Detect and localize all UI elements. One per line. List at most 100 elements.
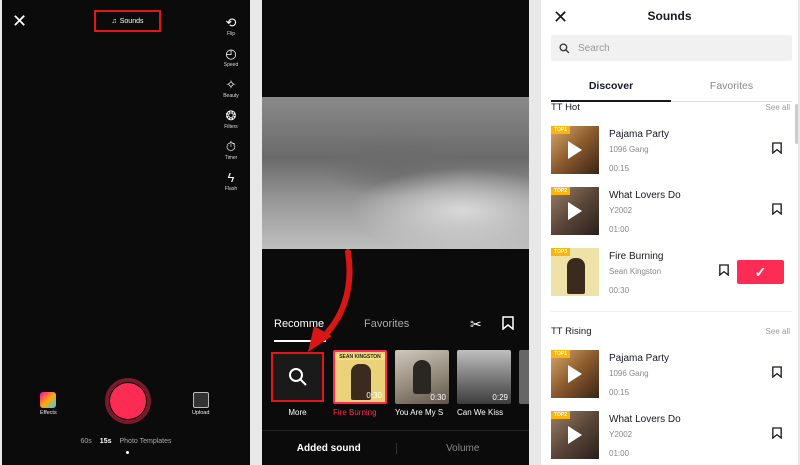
song-name: Fire Burning [609, 251, 664, 262]
song-artist: Sean Kingston [609, 267, 662, 276]
rank-badge: TOP1 [551, 126, 570, 134]
page-title: Sounds [647, 9, 692, 23]
section-divider [551, 311, 792, 312]
more-label: More [288, 408, 307, 417]
close-icon[interactable]: ✕ [12, 12, 27, 30]
album-art-text: SEAN KINGSTON [335, 354, 385, 360]
sound-thumb-can-we-kiss[interactable]: 0:29 [457, 350, 511, 404]
sounds-tabs: Discover Favorites [551, 80, 792, 100]
tab-discover[interactable]: Discover [551, 80, 671, 92]
tool-label: Timer [224, 155, 238, 161]
search-icon [559, 42, 570, 53]
rank-badge: TOP2 [551, 411, 570, 419]
tool-label: Flash [224, 186, 238, 192]
song-cover: TOP3 [551, 248, 599, 296]
play-icon[interactable] [568, 426, 582, 444]
song-artist: 1096 Gang [609, 145, 649, 154]
use-sound-button[interactable]: ✓ [737, 260, 784, 284]
tab-favorites[interactable]: Favorites [364, 318, 409, 330]
thumb-duration: 0:29 [492, 393, 508, 402]
tool-flip[interactable]: ⟲ Flip [220, 16, 242, 38]
tool-label: Filters [224, 124, 238, 130]
search-icon [288, 368, 307, 386]
song-artist: 1096 Gang [609, 369, 649, 378]
thumb-title: Fire Burning [333, 408, 377, 417]
song-row[interactable]: TOP2 What Lovers Do Y2002 01:00 [551, 411, 796, 463]
bookmark-icon[interactable] [502, 316, 514, 333]
tool-filters[interactable]: ❂ Filters [220, 108, 242, 131]
thumb-duration: 0:30 [366, 391, 382, 400]
speed-icon: ◴ [225, 46, 237, 61]
song-row[interactable]: TOP2 What Lovers Do Y2002 01:00 [551, 187, 796, 239]
tab-divider [671, 101, 792, 102]
sound-thumb-you-are-my[interactable]: 0:30 [395, 350, 449, 404]
song-name: What Lovers Do [609, 414, 681, 425]
song-row[interactable]: TOP1 Pajama Party 1096 Gang 00:15 [551, 126, 796, 178]
mode-60s[interactable]: 60s [81, 438, 92, 445]
tool-label: Beauty [223, 93, 239, 99]
bookmark-icon[interactable] [719, 264, 729, 279]
editor-screen: Recomme Favorites ✂ More SEAN KINGSTON 0… [262, 0, 529, 465]
see-all-link[interactable]: See all [766, 327, 790, 336]
volume-tab[interactable]: Volume [395, 442, 530, 454]
album-figure [567, 258, 585, 294]
beauty-icon: ✧ [225, 77, 237, 92]
tab-indicator [274, 340, 326, 342]
filters-icon: ❂ [225, 108, 237, 123]
thumb-title: Can We Kiss [457, 408, 504, 417]
scrollbar[interactable] [795, 104, 798, 144]
search-input[interactable]: Search [551, 35, 792, 61]
sounds-label: Sounds [119, 17, 144, 25]
mode-photo-templates[interactable]: Photo Templates [119, 438, 171, 445]
tool-timer[interactable]: ⏱ Timer [220, 139, 242, 162]
record-button[interactable] [105, 378, 151, 424]
effects-button[interactable]: Effects [40, 392, 57, 416]
song-row-selected[interactable]: TOP3 Fire Burning Sean Kingston 00:30 ✓ [551, 248, 796, 300]
tab-recommended[interactable]: Recomme [274, 318, 324, 330]
scissors-icon[interactable]: ✂ [470, 316, 482, 333]
music-note-icon: ♫ [111, 17, 117, 25]
play-icon[interactable] [568, 202, 582, 220]
mode-15s[interactable]: 15s [100, 438, 112, 445]
sounds-button[interactable]: ♫ Sounds [94, 10, 161, 32]
sound-thumb-partial[interactable] [519, 350, 529, 404]
more-button[interactable] [271, 352, 324, 402]
section-title: TT Hot [551, 102, 580, 113]
active-mode-indicator [126, 451, 129, 454]
effects-label: Effects [40, 410, 57, 416]
record-icon [110, 383, 146, 419]
bookmark-icon[interactable] [772, 427, 782, 442]
bookmark-icon[interactable] [772, 142, 782, 157]
play-icon[interactable] [568, 365, 582, 383]
song-row[interactable]: TOP1 Pajama Party 1096 Gang 00:15 [551, 350, 796, 402]
search-placeholder: Search [578, 42, 610, 54]
tool-beauty[interactable]: ✧ Beauty [220, 77, 242, 100]
camera-screen: ✕ ♫ Sounds ⟲ Flip ◴ Speed ✧ Beauty ❂ Filters… [2, 0, 250, 465]
see-all-link[interactable]: See all [766, 103, 790, 112]
song-name: Pajama Party [609, 353, 670, 364]
bookmark-icon[interactable] [772, 203, 782, 218]
tab-favorites[interactable]: Favorites [671, 80, 792, 92]
tool-flash[interactable]: ϟ Flash [220, 171, 242, 193]
bookmark-icon[interactable] [772, 366, 782, 381]
check-icon: ✓ [754, 263, 767, 280]
rank-badge: TOP2 [551, 187, 570, 195]
upload-button[interactable]: Upload [192, 392, 209, 416]
tool-speed[interactable]: ◴ Speed [220, 46, 242, 69]
added-sound-tab[interactable]: Added sound [262, 443, 396, 454]
sounds-screen: ✕ Sounds Search Discover Favorites TT Ho… [541, 0, 798, 465]
song-artist: Y2002 [609, 206, 633, 215]
sound-thumb-fire-burning[interactable]: SEAN KINGSTON 0:30 [333, 350, 387, 404]
rank-badge: TOP1 [551, 350, 570, 358]
song-cover: TOP1 [551, 126, 599, 174]
play-icon[interactable] [568, 141, 582, 159]
timer-icon: ⏱ [225, 139, 237, 154]
song-duration: 01:00 [609, 449, 630, 458]
editor-bottom-bar: Added sound Volume [262, 430, 529, 465]
thumb-duration: 0:30 [430, 393, 446, 402]
song-duration: 00:30 [609, 286, 630, 295]
song-name: What Lovers Do [609, 190, 681, 201]
song-duration: 00:15 [609, 164, 630, 173]
song-name: Pajama Party [609, 129, 670, 140]
upload-label: Upload [192, 410, 210, 416]
